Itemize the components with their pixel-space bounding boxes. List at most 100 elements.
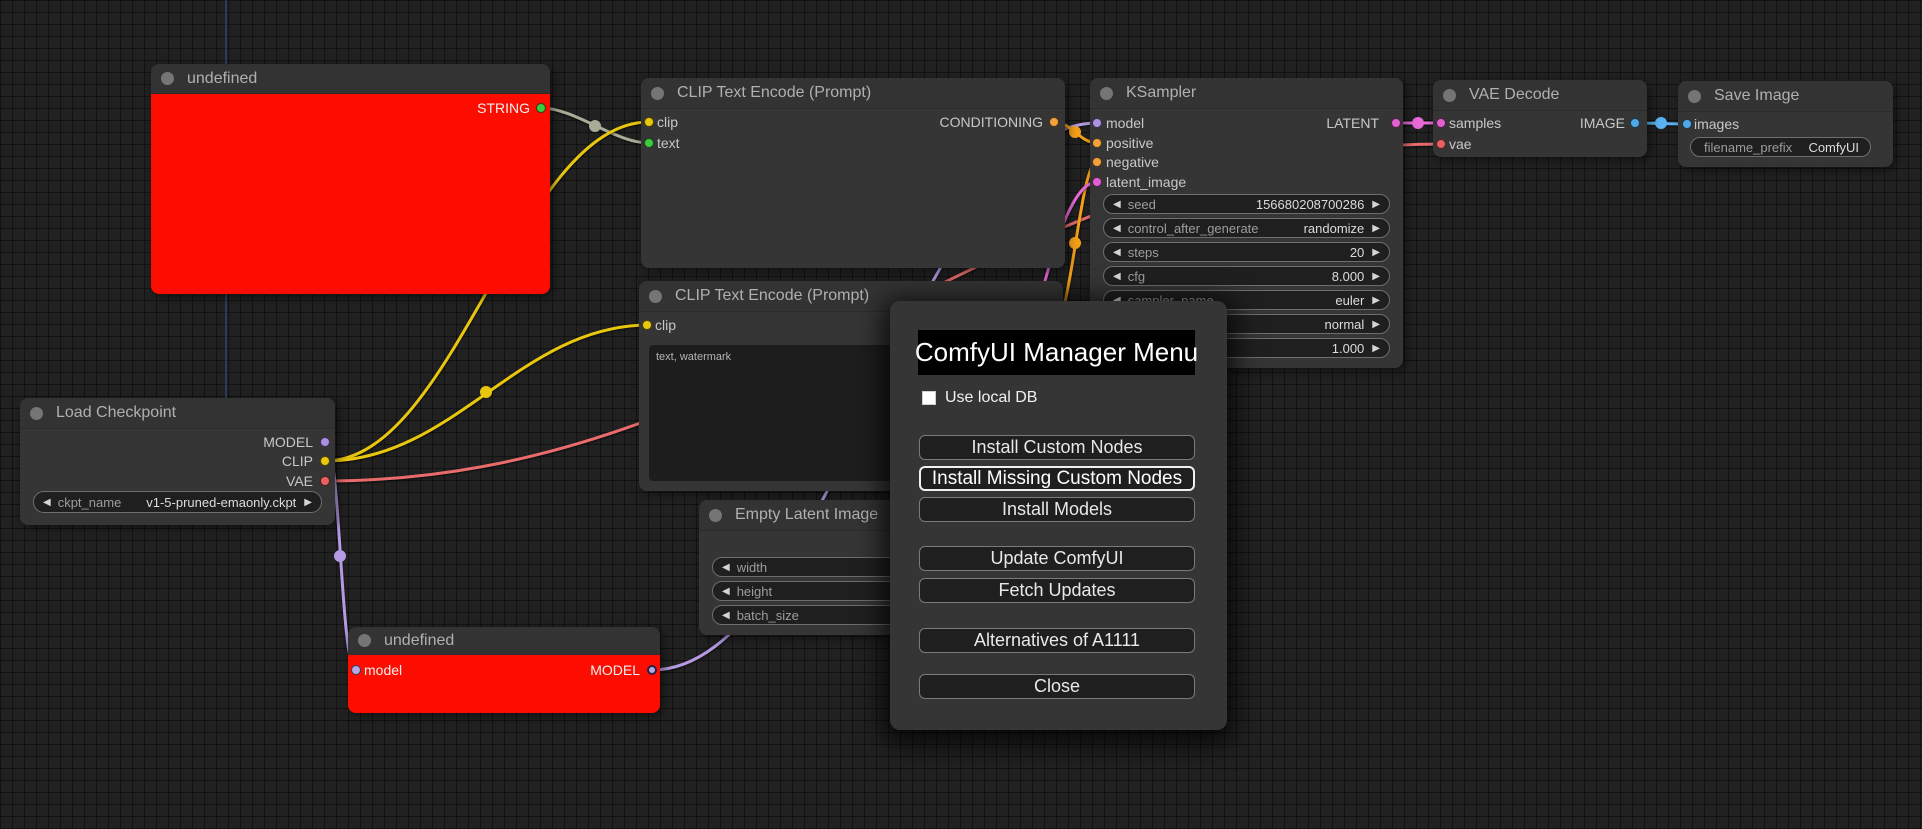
output-dot-vae[interactable]	[320, 476, 330, 486]
wire-dot-latent[interactable]	[1412, 117, 1424, 129]
input-slot-text[interactable]: text	[657, 133, 680, 153]
node-collapse-dot-icon[interactable]	[358, 634, 371, 647]
widget-value: ComfyUI	[1808, 139, 1859, 155]
wire-dot-model[interactable]	[334, 550, 346, 562]
node-graph-canvas[interactable]: undefined STRING CLIP Text Encode (Promp…	[0, 0, 1922, 829]
output-slot-model[interactable]: MODEL	[590, 660, 640, 680]
input-slot-positive[interactable]: positive	[1106, 133, 1153, 153]
input-dot-vae[interactable]	[1436, 139, 1446, 149]
alternatives-of-a1111-button[interactable]: Alternatives of A1111	[919, 628, 1195, 653]
output-dot-image[interactable]	[1630, 118, 1640, 128]
output-dot-model[interactable]	[647, 665, 657, 675]
decrement-arrow-icon[interactable]: ◀	[1113, 247, 1121, 258]
install-models-button[interactable]: Install Models	[919, 497, 1195, 522]
node-collapse-dot-icon[interactable]	[1443, 88, 1456, 102]
output-slot-latent[interactable]: LATENT	[1326, 113, 1379, 133]
node-collapse-dot-icon[interactable]	[30, 406, 43, 420]
increment-arrow-icon[interactable]: ▶	[1372, 271, 1380, 282]
node-collapse-dot-icon[interactable]	[1688, 89, 1701, 103]
decrement-arrow-icon[interactable]: ◀	[1113, 223, 1121, 234]
decrement-arrow-icon[interactable]: ◀	[1113, 271, 1121, 282]
wire-dot-string[interactable]	[589, 120, 601, 132]
node-undefined-top[interactable]: undefined STRING	[151, 64, 550, 294]
node-titlebar[interactable]: VAE Decode	[1433, 80, 1647, 111]
wire-dot-image[interactable]	[1655, 117, 1667, 129]
input-dot-text[interactable]	[644, 138, 654, 148]
input-dot-model[interactable]	[1092, 118, 1102, 128]
node-titlebar[interactable]: Save Image	[1678, 81, 1893, 112]
input-dot-latent-image[interactable]	[1092, 177, 1102, 187]
node-titlebar[interactable]: undefined	[348, 627, 660, 655]
input-slot-negative[interactable]: negative	[1106, 152, 1159, 172]
input-slot-images[interactable]: images	[1694, 114, 1739, 134]
input-slot-samples[interactable]: samples	[1449, 113, 1501, 133]
wire-dot-negative[interactable]	[1069, 237, 1081, 249]
node-save-image[interactable]: Save Image images filename_prefix ComfyU…	[1678, 81, 1893, 167]
output-dot-latent[interactable]	[1391, 118, 1401, 128]
node-titlebar[interactable]: Load Checkpoint	[20, 398, 335, 429]
output-dot-string[interactable]	[536, 103, 546, 113]
decrement-arrow-icon[interactable]: ◀	[1113, 199, 1121, 210]
node-vae-decode[interactable]: VAE Decode samples vae IMAGE	[1433, 80, 1647, 157]
increment-arrow-icon[interactable]: ▶	[1372, 319, 1380, 330]
output-slot-conditioning[interactable]: CONDITIONING	[940, 112, 1043, 132]
wire-dot-clip2[interactable]	[480, 386, 492, 398]
widget-filename-prefix[interactable]: filename_prefix ComfyUI	[1690, 137, 1871, 157]
increment-arrow-icon[interactable]: ▶	[1372, 223, 1380, 234]
widget-seed[interactable]: ◀ seed 156680208700286 ▶	[1103, 194, 1390, 214]
increment-arrow-icon[interactable]: ▶	[304, 497, 312, 508]
node-collapse-dot-icon[interactable]	[649, 289, 662, 303]
increment-arrow-icon[interactable]: ▶	[1372, 247, 1380, 258]
input-dot-samples[interactable]	[1436, 118, 1446, 128]
widget-ckpt-name[interactable]: ◀ ckpt_name v1-5-pruned-emaonly.ckpt ▶	[33, 491, 322, 513]
decrement-arrow-icon[interactable]: ◀	[722, 610, 730, 621]
output-slot-image[interactable]: IMAGE	[1580, 113, 1625, 133]
input-dot-images[interactable]	[1682, 119, 1692, 129]
output-slot-clip[interactable]: CLIP	[282, 451, 313, 471]
fetch-updates-button[interactable]: Fetch Updates	[919, 578, 1195, 603]
widget-cfg[interactable]: ◀ cfg 8.000 ▶	[1103, 266, 1390, 286]
node-titlebar[interactable]: CLIP Text Encode (Prompt)	[641, 78, 1065, 109]
node-load-checkpoint[interactable]: Load Checkpoint MODEL CLIP VAE ◀ ckpt_na…	[20, 398, 335, 525]
input-slot-clip[interactable]: clip	[657, 112, 678, 132]
input-slot-latent-image[interactable]: latent_image	[1106, 172, 1186, 192]
widget-control-after-generate[interactable]: ◀ control_after_generate randomize ▶	[1103, 218, 1390, 238]
node-collapse-dot-icon[interactable]	[161, 72, 174, 85]
wire-dot-positive[interactable]	[1069, 126, 1081, 138]
output-slot-vae[interactable]: VAE	[286, 471, 313, 491]
increment-arrow-icon[interactable]: ▶	[1372, 295, 1380, 306]
input-dot-clip[interactable]	[642, 320, 652, 330]
node-titlebar[interactable]: KSampler	[1090, 78, 1403, 109]
decrement-arrow-icon[interactable]: ◀	[722, 562, 730, 573]
node-clip-text-encode-1[interactable]: CLIP Text Encode (Prompt) clip text COND…	[641, 78, 1065, 268]
output-dot-model[interactable]	[320, 437, 330, 447]
output-dot-clip[interactable]	[320, 456, 330, 466]
input-slot-vae[interactable]: vae	[1449, 134, 1472, 154]
use-local-db-checkbox[interactable]	[922, 391, 936, 405]
input-slot-model[interactable]: model	[1106, 113, 1144, 133]
input-dot-positive[interactable]	[1092, 138, 1102, 148]
input-slot-clip[interactable]: clip	[655, 315, 676, 335]
widget-steps[interactable]: ◀ steps 20 ▶	[1103, 242, 1390, 262]
close-button[interactable]: Close	[919, 674, 1195, 699]
update-comfyui-button[interactable]: Update ComfyUI	[919, 546, 1195, 571]
install-missing-custom-nodes-button[interactable]: Install Missing Custom Nodes	[919, 466, 1195, 491]
output-slot-string[interactable]: STRING	[151, 98, 530, 118]
output-slot-model[interactable]: MODEL	[263, 432, 313, 452]
node-collapse-dot-icon[interactable]	[709, 508, 722, 522]
decrement-arrow-icon[interactable]: ◀	[722, 586, 730, 597]
input-dot-model[interactable]	[351, 665, 361, 675]
increment-arrow-icon[interactable]: ▶	[1372, 343, 1380, 354]
install-custom-nodes-button[interactable]: Install Custom Nodes	[919, 435, 1195, 460]
input-dot-negative[interactable]	[1092, 157, 1102, 167]
increment-arrow-icon[interactable]: ▶	[1372, 199, 1380, 210]
node-undefined-bottom[interactable]: undefined model MODEL	[348, 627, 660, 713]
node-title: CLIP Text Encode (Prompt)	[675, 287, 870, 304]
output-dot-conditioning[interactable]	[1049, 117, 1059, 127]
node-collapse-dot-icon[interactable]	[1100, 86, 1113, 100]
node-titlebar[interactable]: undefined	[151, 64, 550, 94]
input-slot-model[interactable]: model	[364, 660, 402, 680]
decrement-arrow-icon[interactable]: ◀	[43, 497, 51, 508]
input-dot-clip[interactable]	[644, 117, 654, 127]
node-collapse-dot-icon[interactable]	[651, 86, 664, 100]
